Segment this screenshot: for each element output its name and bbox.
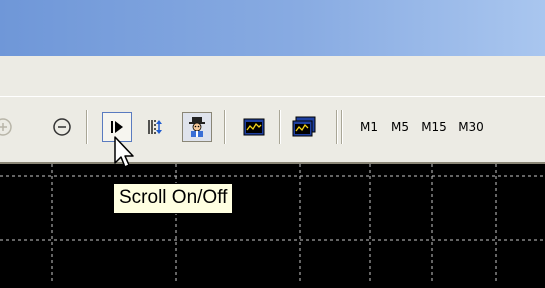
indicator-window-icon bbox=[243, 118, 265, 136]
zoom-in-button[interactable] bbox=[0, 112, 18, 142]
expert-advisor-icon bbox=[189, 117, 205, 137]
toolbar-separator bbox=[86, 110, 88, 144]
scroll-arrow-icon bbox=[111, 121, 123, 133]
scroll-tooltip: Scroll On/Off bbox=[113, 183, 234, 214]
chart-toolbar: M1 M5 M15 M30 bbox=[0, 96, 545, 164]
zoom-in-icon bbox=[0, 118, 12, 136]
template-window-icon bbox=[292, 116, 316, 137]
templates-button[interactable] bbox=[289, 112, 319, 142]
timeframe-m1-button[interactable]: M1 bbox=[355, 113, 383, 141]
zoom-out-button[interactable] bbox=[47, 112, 77, 142]
indicators-button[interactable] bbox=[239, 112, 269, 142]
timeframe-m30-button[interactable]: M30 bbox=[454, 113, 488, 141]
timeframe-m15-button[interactable]: M15 bbox=[417, 113, 451, 141]
menu-bar bbox=[0, 56, 545, 96]
chart-grid bbox=[0, 164, 545, 284]
price-chart[interactable] bbox=[0, 164, 545, 284]
window-titlebar bbox=[0, 0, 545, 56]
chart-shift-icon bbox=[148, 120, 162, 134]
toolbar-separator bbox=[341, 110, 343, 144]
mouse-pointer-icon bbox=[114, 136, 134, 168]
toolbar-separator bbox=[336, 110, 338, 144]
toolbar-separator bbox=[224, 110, 226, 144]
experts-button[interactable] bbox=[182, 112, 212, 142]
timeframe-m5-button[interactable]: M5 bbox=[386, 113, 414, 141]
zoom-out-icon bbox=[53, 118, 71, 136]
toolbar-separator bbox=[279, 110, 281, 144]
chart-shift-button[interactable] bbox=[140, 112, 170, 142]
